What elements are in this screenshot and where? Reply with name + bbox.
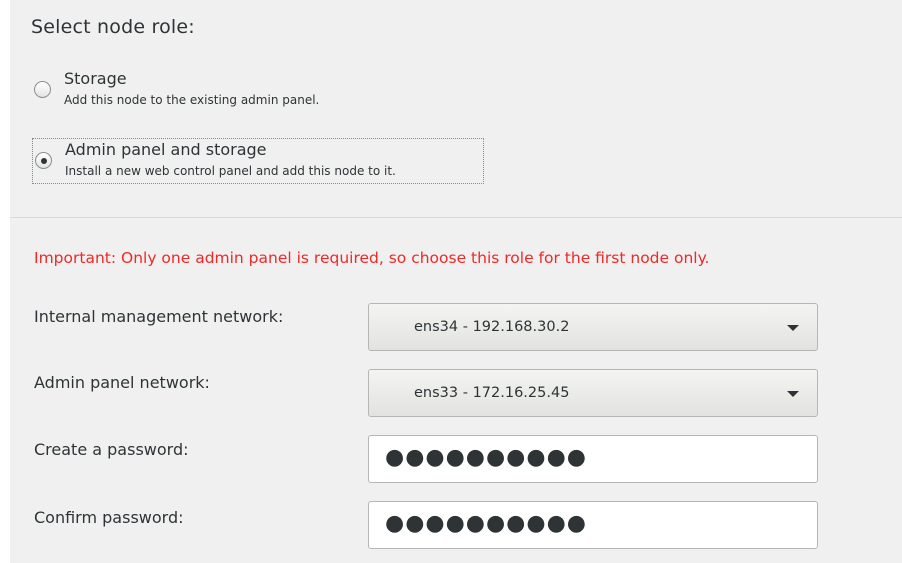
create-password-label: Create a password: (34, 440, 189, 459)
node-role-panel: Select node role: Storage Add this node … (10, 0, 902, 563)
admin-network-label: Admin panel network: (34, 373, 210, 392)
section-heading: Select node role: (31, 16, 195, 38)
chevron-down-icon (787, 391, 799, 397)
admin-network-dropdown[interactable]: ens33 - 172.16.25.45 (368, 369, 818, 417)
internal-network-dropdown[interactable]: ens34 - 192.168.30.2 (368, 303, 818, 351)
create-password-field[interactable]: ●●●●●●●●●● (368, 435, 818, 483)
admin-panel-radio-button[interactable] (35, 152, 52, 169)
role-description-admin-panel: Install a new web control panel and add … (65, 164, 396, 178)
chevron-down-icon (787, 325, 799, 331)
confirm-password-field[interactable]: ●●●●●●●●●● (368, 501, 818, 549)
important-warning: Important: Only one admin panel is requi… (34, 249, 710, 267)
internal-network-value: ens34 - 192.168.30.2 (414, 319, 570, 335)
role-title-storage: Storage (64, 69, 127, 88)
admin-network-value: ens33 - 172.16.25.45 (414, 385, 570, 401)
internal-network-label: Internal management network: (34, 307, 284, 326)
confirm-password-value[interactable]: ●●●●●●●●●● (385, 512, 805, 536)
storage-radio-button[interactable] (34, 81, 51, 98)
role-option-admin-panel-and-storage[interactable]: Admin panel and storage Install a new we… (32, 138, 484, 184)
role-description-storage: Add this node to the existing admin pane… (64, 93, 320, 107)
role-option-storage[interactable]: Storage Add this node to the existing ad… (32, 68, 484, 114)
section-divider (10, 217, 902, 218)
create-password-value[interactable]: ●●●●●●●●●● (385, 446, 805, 470)
confirm-password-label: Confirm password: (34, 508, 184, 527)
role-title-admin-panel: Admin panel and storage (65, 140, 267, 159)
